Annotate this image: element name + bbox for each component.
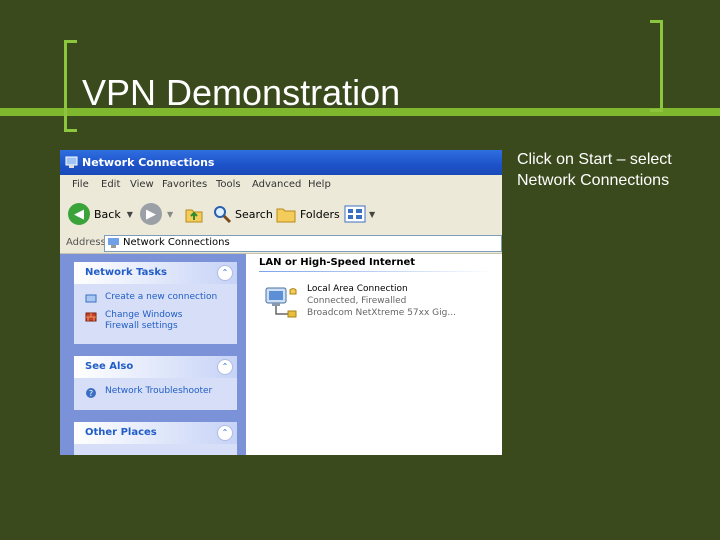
search-label: Search bbox=[235, 207, 273, 221]
help-icon: ? bbox=[86, 388, 96, 398]
views-icon bbox=[344, 205, 366, 223]
firewall-icon bbox=[85, 312, 97, 322]
task-create-connection-label: Create a new connection bbox=[105, 292, 218, 302]
address-bar: Address Network Connections bbox=[60, 233, 502, 254]
network-tasks-header[interactable]: Network Tasks ⌃ bbox=[74, 262, 237, 284]
up-folder-icon bbox=[185, 209, 203, 223]
see-also-header[interactable]: See Also ⌃ bbox=[74, 356, 237, 378]
network-connections-icon bbox=[65, 156, 78, 168]
folders-icon bbox=[276, 208, 296, 223]
collapse-chevron-icon[interactable]: ⌃ bbox=[217, 425, 233, 441]
section-title: LAN or High-Speed Internet bbox=[259, 257, 416, 268]
connection-name: Local Area Connection bbox=[307, 284, 408, 294]
connections-list-pane: LAN or High-Speed Internet Local Area Co… bbox=[246, 254, 502, 455]
lan-connection-icon bbox=[265, 287, 297, 318]
connection-device: Broadcom NetXtreme 57xx Gig... bbox=[307, 308, 456, 318]
left-bracket-decoration bbox=[64, 40, 77, 132]
task-network-troubleshooter-label: Network Troubleshooter bbox=[105, 386, 213, 396]
folders-label: Folders bbox=[300, 207, 340, 221]
search-button[interactable]: Search bbox=[212, 202, 273, 226]
section-divider bbox=[259, 271, 495, 272]
task-create-connection[interactable]: Create a new connection bbox=[74, 290, 237, 308]
other-places-title: Other Places bbox=[85, 427, 157, 438]
new-connection-icon bbox=[85, 294, 97, 303]
back-arrow-icon: ◀ bbox=[68, 203, 90, 225]
svg-text:?: ? bbox=[89, 389, 93, 398]
collapse-chevron-icon[interactable]: ⌃ bbox=[217, 265, 233, 281]
back-button[interactable]: ◀ Back ▼ bbox=[68, 202, 133, 226]
menu-edit[interactable]: Edit bbox=[101, 179, 120, 190]
forward-arrow-icon: ▶ bbox=[140, 203, 162, 225]
menu-tools[interactable]: Tools bbox=[216, 179, 241, 190]
back-dropdown-icon: ▼ bbox=[126, 209, 133, 219]
task-pane: Network Tasks ⌃ Create a new connection … bbox=[60, 254, 246, 455]
search-icon bbox=[214, 206, 232, 224]
up-folder-button[interactable] bbox=[184, 202, 204, 226]
other-places-header[interactable]: Other Places ⌃ bbox=[74, 422, 237, 444]
see-also-panel: See Also ⌃ ? Network Troubleshooter bbox=[74, 356, 237, 410]
task-change-firewall-label: Change Windows Firewall settings bbox=[105, 310, 183, 331]
menu-view[interactable]: View bbox=[130, 179, 154, 190]
network-folder-icon bbox=[108, 238, 119, 248]
network-connections-screenshot: Network Connections File Edit View Favor… bbox=[60, 150, 502, 455]
collapse-chevron-icon[interactable]: ⌃ bbox=[217, 359, 233, 375]
network-tasks-panel: Network Tasks ⌃ Create a new connection … bbox=[74, 262, 237, 344]
network-tasks-title: Network Tasks bbox=[85, 267, 167, 278]
menu-advanced[interactable]: Advanced bbox=[252, 179, 301, 190]
window-titlebar[interactable]: Network Connections bbox=[60, 150, 502, 175]
views-dropdown-icon: ▼ bbox=[369, 209, 376, 219]
connection-status: Connected, Firewalled bbox=[307, 296, 407, 306]
back-label: Back bbox=[94, 207, 121, 221]
menu-favorites[interactable]: Favorites bbox=[162, 179, 207, 190]
views-button[interactable]: ▼ bbox=[344, 202, 375, 226]
slide-title: VPN Demonstration bbox=[82, 72, 401, 113]
forward-dropdown-icon: ▼ bbox=[167, 209, 174, 219]
toolbar: ◀ Back ▼ ▶ ▼ Search Folders ▼ bbox=[60, 196, 502, 234]
forward-button[interactable]: ▶ ▼ bbox=[140, 202, 173, 226]
other-places-panel: Other Places ⌃ bbox=[74, 422, 237, 455]
task-network-troubleshooter[interactable]: ? Network Troubleshooter bbox=[74, 384, 237, 402]
local-area-connection-item[interactable]: Local Area Connection Connected, Firewal… bbox=[260, 282, 496, 330]
menu-file[interactable]: File bbox=[72, 179, 89, 190]
address-value: Network Connections bbox=[123, 237, 230, 248]
folders-button[interactable]: Folders bbox=[276, 202, 340, 226]
window-title: Network Connections bbox=[82, 156, 215, 169]
menu-help[interactable]: Help bbox=[308, 179, 331, 190]
address-input[interactable]: Network Connections bbox=[104, 235, 502, 252]
see-also-title: See Also bbox=[85, 361, 134, 372]
task-change-firewall[interactable]: Change Windows Firewall settings bbox=[74, 308, 237, 336]
menu-bar: File Edit View Favorites Tools Advanced … bbox=[60, 175, 502, 197]
slide-instruction-text: Click on Start – select Network Connecti… bbox=[517, 151, 672, 189]
right-bracket-decoration bbox=[650, 20, 663, 112]
address-label: Address bbox=[66, 237, 106, 248]
